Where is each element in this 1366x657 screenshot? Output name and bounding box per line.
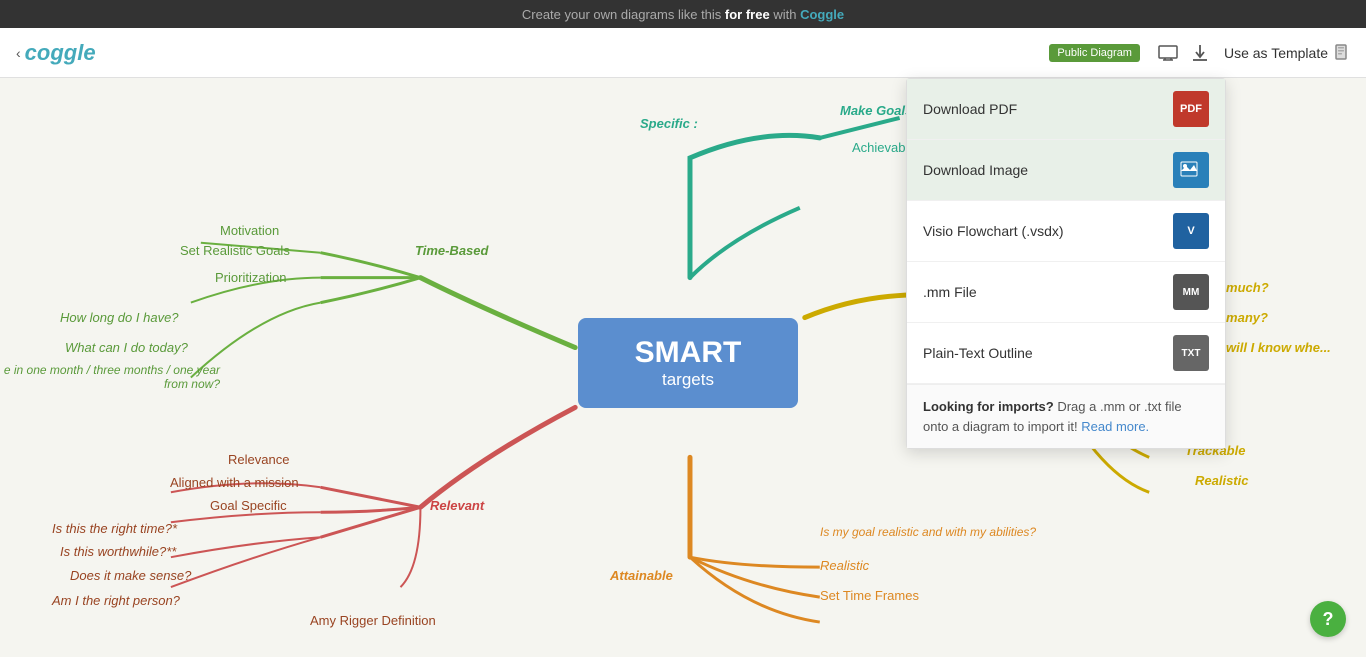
central-node-subtitle: targets (606, 370, 770, 390)
what-can-i-do-label: What can I do today? (65, 340, 188, 355)
download-pdf-item[interactable]: Download PDF PDF (907, 79, 1225, 140)
make-sense-label: Does it make sense? (70, 568, 191, 583)
read-more-link[interactable]: Read more. (1081, 419, 1149, 434)
attainable-label: Attainable (610, 568, 673, 583)
plain-text-label: Plain-Text Outline (923, 345, 1033, 361)
realistic-yellow-label: Realistic (1195, 473, 1248, 488)
worthwhile-label: Is this worthwhile?** (60, 544, 176, 559)
set-time-frames-label: Set Time Frames (820, 588, 919, 603)
goal-specific-label: Goal Specific (210, 498, 287, 513)
right-time-label: Is this the right time?* (52, 521, 177, 536)
realistic-orange-label: Realistic (820, 558, 869, 573)
top-banner: Create your own diagrams like this for f… (0, 0, 1366, 28)
dropdown-footer: Looking for imports? Drag a .mm or .txt … (907, 384, 1225, 448)
monitor-icon (1158, 45, 1178, 61)
one-month-label: e in one month / three months / one year… (0, 363, 220, 391)
plain-text-item[interactable]: Plain-Text Outline TXT (907, 323, 1225, 384)
banner-text: Create your own diagrams like this for f… (522, 7, 844, 22)
visio-item[interactable]: Visio Flowchart (.vsdx) V (907, 201, 1225, 262)
monitor-icon-btn[interactable] (1152, 37, 1184, 69)
mm-file-item[interactable]: .mm File MM (907, 262, 1225, 323)
mm-icon: MM (1173, 274, 1209, 310)
amy-rigger-label: Amy Rigger Definition (310, 613, 436, 628)
public-badge: Public Diagram (1049, 44, 1140, 62)
aligned-mission-label: Aligned with a mission (170, 475, 299, 490)
pdf-icon: PDF (1173, 91, 1209, 127)
central-node-title: SMART (606, 336, 770, 370)
coggle-logo[interactable]: coggle (25, 40, 96, 66)
help-button[interactable]: ? (1310, 601, 1346, 637)
visio-icon: V (1173, 213, 1209, 249)
central-node: SMART targets (578, 318, 798, 408)
back-navigation[interactable]: ‹ coggle (16, 40, 96, 66)
prioritization-label: Prioritization (215, 270, 287, 285)
download-icon-btn[interactable] (1184, 37, 1216, 69)
set-realistic-goals-label: Set Realistic Goals (180, 243, 290, 258)
mm-label: .mm File (923, 284, 977, 300)
template-icon (1334, 44, 1350, 62)
download-image-item[interactable]: Download Image (907, 140, 1225, 201)
download-dropdown: Download PDF PDF Download Image Visio Fl… (906, 78, 1226, 449)
visio-label: Visio Flowchart (.vsdx) (923, 223, 1064, 239)
relevance-label: Relevance (228, 452, 289, 467)
relevant-label: Relevant (430, 498, 484, 513)
specific-label: Specific : (640, 116, 698, 131)
how-long-label: How long do I have? (60, 310, 179, 325)
header: ‹ coggle Public Diagram Use as Template (0, 28, 1366, 78)
time-based-label: Time-Based (415, 243, 488, 258)
download-pdf-label: Download PDF (923, 101, 1017, 117)
image-icon (1173, 152, 1209, 188)
download-icon (1192, 44, 1208, 62)
footer-bold: Looking for imports? (923, 399, 1054, 414)
image-file-icon (1180, 161, 1202, 179)
motivation-label: Motivation (220, 223, 279, 238)
use-as-template-button[interactable]: Use as Template (1224, 44, 1350, 62)
back-arrow-icon: ‹ (16, 45, 21, 61)
download-image-label: Download Image (923, 162, 1028, 178)
right-person-label: Am I the right person? (52, 593, 180, 608)
txt-icon: TXT (1173, 335, 1209, 371)
goal-realistic-label: Is my goal realistic and with my abiliti… (820, 525, 1036, 539)
